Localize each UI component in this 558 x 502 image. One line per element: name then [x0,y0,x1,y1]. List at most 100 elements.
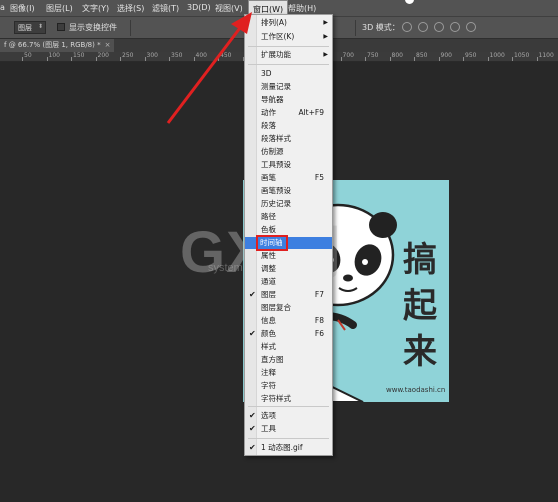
checkmark-icon: ✔ [249,443,256,452]
menu-item-shortcut: F8 [314,316,324,325]
ruler-tick [46,57,48,61]
menu-item-label: 注释 [261,368,276,377]
menu-item-panel[interactable]: 段落 [245,120,332,132]
menu-item-panel[interactable]: 段落样式 [245,133,332,145]
menu-select[interactable]: 选择(S) [117,3,144,14]
menu-item-label: 调整 [261,264,276,273]
ruler-label: 400 [195,52,207,59]
menu-item-panel[interactable]: 样式 [245,341,332,353]
menu-image[interactable]: 图像(I) [10,3,35,14]
ruler-tick [414,57,415,61]
canvas-char-3: 来 [403,332,437,372]
menu-item-open-document[interactable]: ✔ 1 动态图.gif [245,442,332,454]
3d-mode-label: 3D 模式： [362,23,400,32]
show-transform-checkbox[interactable] [57,23,65,31]
3d-slide-icon[interactable] [450,22,460,32]
menu-item-panel[interactable]: 图层复合 [245,302,332,314]
ruler-label: 300 [146,52,158,59]
menu-item-panel[interactable]: 路径 [245,211,332,223]
submenu-arrow-icon: ▶ [323,19,328,26]
menu-separator [248,46,329,47]
menu-separator [248,438,329,439]
close-icon[interactable]: × [105,41,111,49]
divider [355,20,356,36]
menu-help[interactable]: 帮助(H) [288,3,316,14]
menu-item-label: 排列(A) [261,18,287,27]
auto-select-value: 图层 [18,24,32,32]
menu-item-panel[interactable]: 画笔 F5 [245,172,332,184]
menu-item-panel[interactable]: 时间轴 [245,235,332,251]
menu-item-arrange[interactable]: 排列(A) ▶ [245,17,332,29]
menu-item-panel[interactable]: 仿制源 [245,146,332,158]
menu-layer[interactable]: 图层(L) [46,3,73,14]
menu-item-label: 信息 [261,316,276,325]
submenu-arrow-icon: ▶ [323,51,328,58]
3d-rotate-icon[interactable] [402,22,412,32]
menu-item-label: 通道 [261,277,276,286]
menu-item-panel[interactable]: 画笔预设 [245,185,332,197]
3d-scale-icon[interactable] [466,22,476,32]
menu-item-label: 属性 [261,251,276,260]
menu-item-label: 直方图 [261,355,284,364]
ruler-tick [340,57,342,61]
menu-3d[interactable]: 3D(D) [187,3,211,12]
menu-item-label: 测量记录 [261,82,291,91]
menu-item-label: 动作 [261,108,276,117]
menu-item-panel[interactable]: 测量记录 [245,81,332,93]
checkmark-icon: ✔ [249,329,256,338]
menu-fragment[interactable]: a [0,3,5,12]
menu-item-panel[interactable]: 历史记录 [245,198,332,210]
document-tab[interactable]: f @ 66.7% (图层 1, RGB/8) * × [0,39,115,52]
menu-item-panel[interactable]: 3D [245,68,332,80]
auto-select-dropdown[interactable]: 图层 ⬍ [14,21,46,34]
menu-separator [248,64,329,65]
3d-roll-icon[interactable] [418,22,428,32]
menu-separator [248,406,329,407]
menu-item-panel[interactable]: 直方图 [245,354,332,366]
divider [130,20,131,36]
menu-item-tools[interactable]: ✔ 工具 [245,423,332,435]
menu-item-panel[interactable]: 通道 [245,276,332,288]
menu-item-options[interactable]: ✔ 选项 [245,410,332,422]
menu-item-extensions[interactable]: 扩展功能 ▶ [245,49,332,61]
menu-item-panel[interactable]: 调整 [245,263,332,275]
menu-item-shortcut: F5 [314,173,324,182]
ruler-tick [463,57,464,61]
3d-pan-icon[interactable] [434,22,444,32]
menu-item-label: 字符 [261,381,276,390]
menu-item-panel[interactable]: 色板 [245,224,332,236]
menu-item-label: 工作区(K) [261,32,295,41]
menu-item-label: 历史记录 [261,199,291,208]
menu-item-shortcut: F6 [314,329,324,338]
ruler-tick [218,57,219,61]
menu-item-label: 颜色 [261,329,276,338]
menu-item-panel[interactable]: 字符 [245,380,332,392]
menu-item-label: 路径 [261,212,276,221]
menu-item-label: 1 动态图.gif [261,443,303,452]
menu-item-panel[interactable]: ✔ 图层 F7 [245,289,332,301]
menu-item-workspace[interactable]: 工作区(K) ▶ [245,31,332,43]
menu-item-label: 图层 [261,290,276,299]
menu-item-panel[interactable]: 注释 [245,367,332,379]
ruler-tick [120,57,121,61]
menu-item-label: 仿制源 [261,147,284,156]
ruler-label: 850 [416,52,428,59]
document-tab-title: f @ 66.7% (图层 1, RGB/8) * [4,41,101,49]
menu-type[interactable]: 文字(Y) [82,3,109,14]
ruler-label: 900 [440,52,452,59]
checkmark-icon: ✔ [249,411,256,420]
menu-item-label: 工具 [261,424,276,433]
menu-item-panel[interactable]: 动作 Alt+F9 [245,107,332,119]
menu-item-panel[interactable]: 信息 F8 [245,315,332,327]
show-transform-label: 显示变换控件 [69,23,117,32]
menu-item-label: 时间轴 [256,235,288,251]
ruler-label: 1100 [538,52,554,59]
menu-item-panel[interactable]: 字符样式 [245,393,332,405]
menu-item-panel[interactable]: 属性 [245,250,332,262]
menu-view[interactable]: 视图(V) [215,3,243,14]
ruler-label: 1000 [489,52,505,59]
menu-item-panel[interactable]: ✔ 颜色 F6 [245,328,332,340]
menu-filter[interactable]: 滤镜(T) [152,3,179,14]
menu-item-panel[interactable]: 导航器 [245,94,332,106]
menu-item-panel[interactable]: 工具预设 [245,159,332,171]
